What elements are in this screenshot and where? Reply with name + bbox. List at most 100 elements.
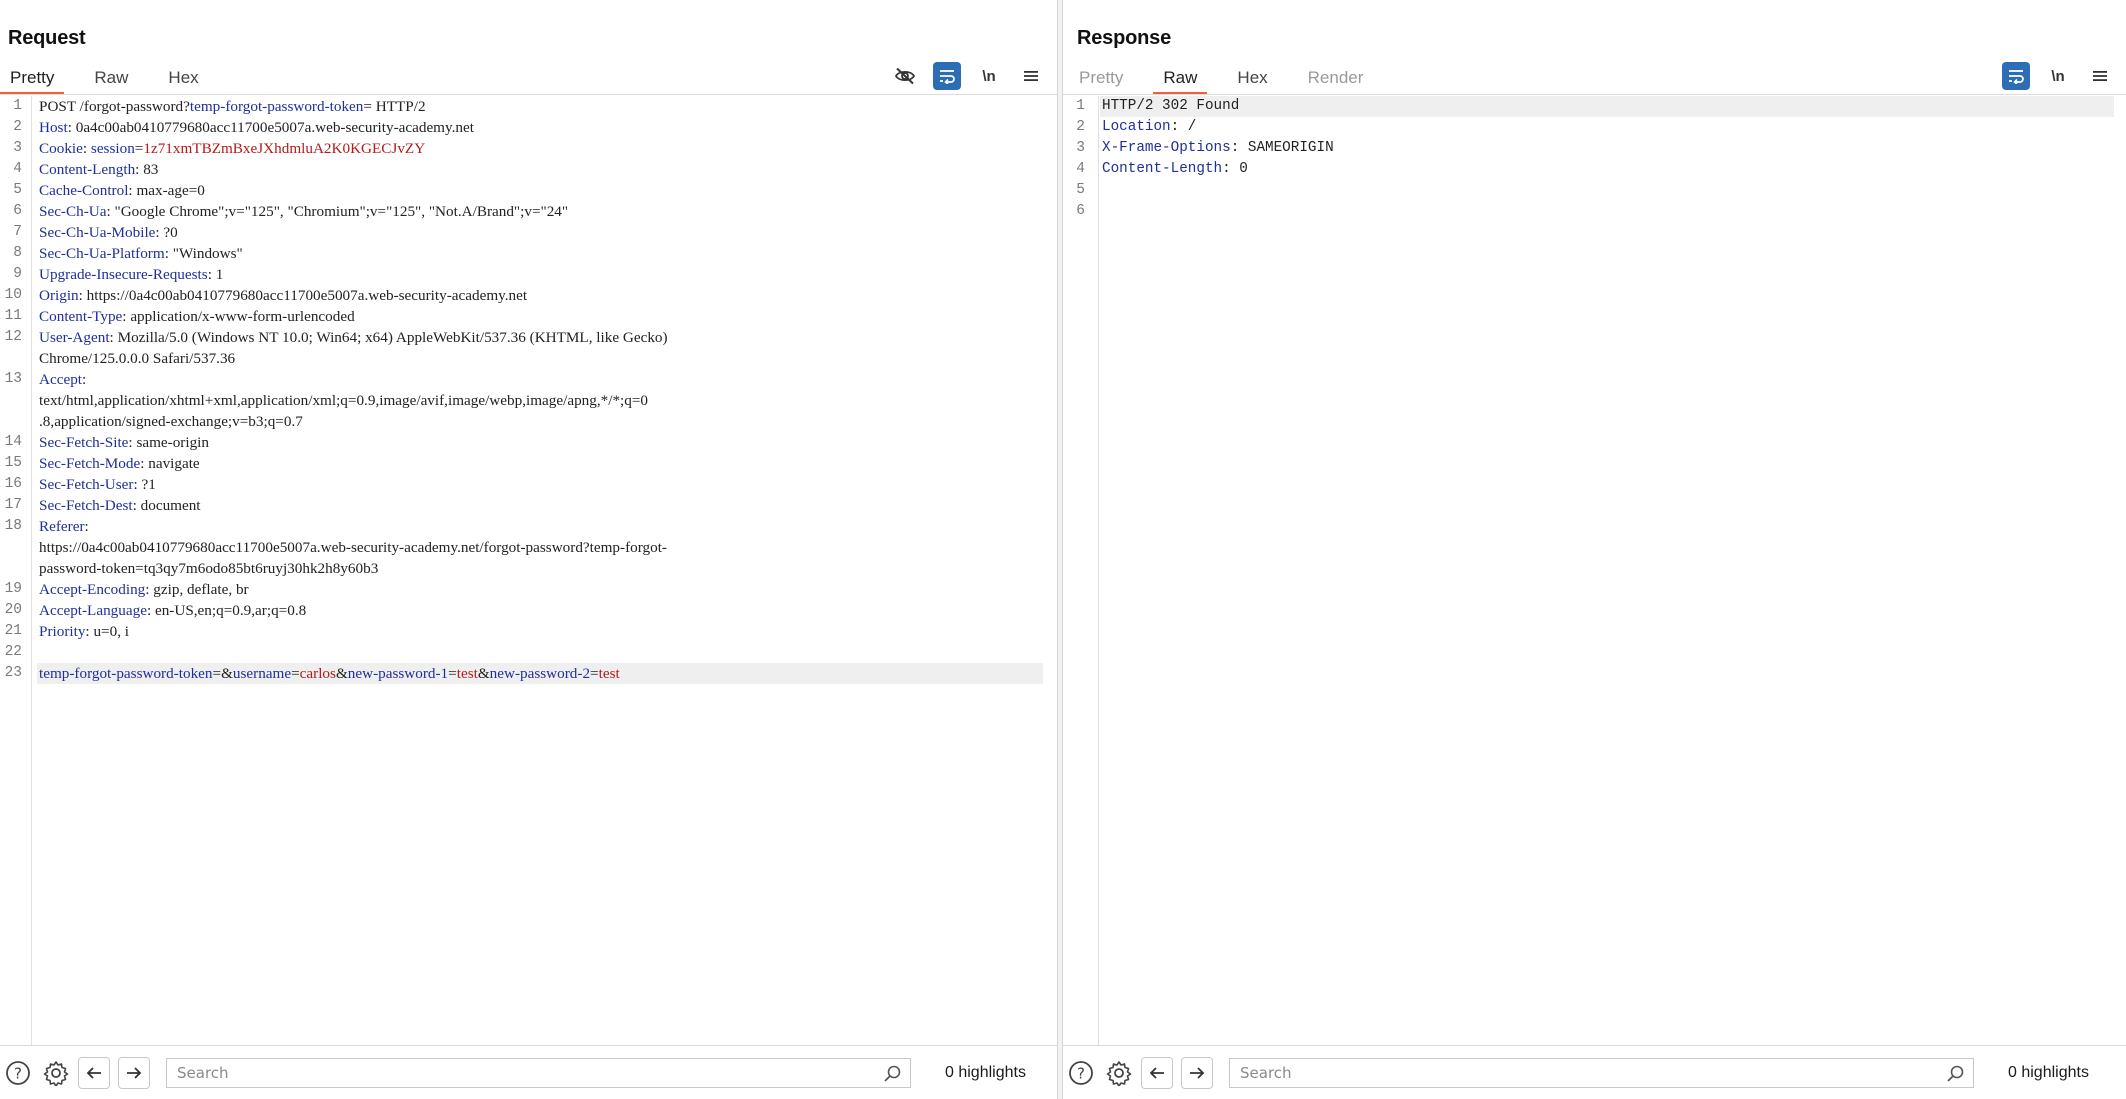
header-name: Upgrade-Insecure-Requests	[39, 266, 208, 283]
arrow-left-icon	[86, 1066, 101, 1079]
svg-text:?: ?	[1077, 1064, 1085, 1082]
request-tab-pretty[interactable]: Pretty	[0, 64, 65, 95]
response-tab-raw[interactable]: Raw	[1153, 64, 1208, 95]
code-line[interactable]: 8 Sec-Ch-Ua-Platform: "Windows"	[13, 243, 1043, 264]
word-wrap-toggle[interactable]	[2002, 62, 2030, 90]
code-text: : https://0a4c00ab0410779680acc11700e500…	[78, 287, 528, 304]
line-number: 2	[1076, 119, 1085, 135]
request-tab-hex[interactable]: Hex	[158, 64, 208, 94]
response-search-input[interactable]	[1230, 1058, 1973, 1087]
next-match-button[interactable]	[1181, 1056, 1213, 1089]
line-text: Upgrade-Insecure-Requests: 1	[37, 264, 1043, 285]
show-newlines-button[interactable]: \n	[2044, 62, 2072, 90]
code-line[interactable]: 20 Accept-Language: en-US,en;q=0.9,ar;q=0…	[5, 600, 1043, 621]
code-text: : ?1	[133, 476, 156, 493]
response-code[interactable]: 1 HTTP/2 302 Found 2 Location: / 3 X-Frame-Op…	[1076, 96, 2114, 1045]
line-number: 23	[4, 665, 22, 681]
code-text: : gzip, deflate, br	[145, 581, 249, 598]
code-line[interactable]: 6​	[1076, 201, 2114, 222]
code-line[interactable]: 3 X-Frame-Options: SAMEORIGIN	[1076, 138, 2114, 159]
previous-match-button[interactable]	[78, 1056, 110, 1089]
line-text: Host: 0a4c00ab0410779680acc11700e5007a.w…	[37, 117, 1043, 138]
next-match-button[interactable]	[118, 1056, 150, 1089]
help-button[interactable]: ?	[2, 1057, 34, 1089]
line-text: Cookie: session=1z71xmTBZmBxeJXhdmluA2K0…	[37, 138, 1043, 159]
response-tab-hex[interactable]: Hex	[1227, 64, 1277, 94]
header-name: Content-Length	[1102, 161, 1223, 177]
code-line[interactable]: 12 User-Agent: Mozilla/5.0 (Windows NT 10…	[5, 327, 1043, 369]
code-line[interactable]: 2 Host: 0a4c00ab0410779680acc11700e5007a.…	[13, 117, 1043, 138]
code-line[interactable]: 15 Sec-Fetch-Mode: navigate	[5, 453, 1043, 474]
header-name: X-Frame-Options	[1102, 140, 1231, 156]
line-number: 9	[13, 266, 22, 282]
help-button[interactable]: ?	[1065, 1057, 1097, 1089]
settings-button[interactable]	[40, 1057, 72, 1089]
code-line[interactable]: 2 Location: /	[1076, 117, 2114, 138]
line-text: Referer: https://0a4c00ab0410779680acc11…	[37, 516, 1043, 579]
code-line[interactable]: 17 Sec-Fetch-Dest: document	[5, 495, 1043, 516]
line-number: 21	[4, 623, 22, 639]
code-line[interactable]: 7 Sec-Ch-Ua-Mobile: ?0	[13, 222, 1043, 243]
search-icon	[884, 1065, 901, 1082]
line-number: 4	[1076, 161, 1085, 177]
response-tab-render[interactable]: Render	[1298, 64, 1374, 94]
code-line[interactable]: 5​	[1076, 180, 2114, 201]
line-text: ​	[1100, 201, 2114, 222]
code-line[interactable]: 19 Accept-Encoding: gzip, deflate, br	[5, 579, 1043, 600]
param-value: 1z71xmTBZmBxeJXhdmluA2K0KGECJvZY	[143, 140, 426, 157]
code-line[interactable]: 16 Sec-Fetch-User: ?1	[5, 474, 1043, 495]
header-name: Sec-Fetch-Site	[39, 434, 129, 451]
code-line[interactable]: 11 Content-Type: application/x-www-form-u…	[5, 306, 1043, 327]
code-line[interactable]: 4 Content-Length: 83	[13, 159, 1043, 180]
request-tab-raw[interactable]: Raw	[84, 64, 138, 94]
code-text: : ?0	[155, 224, 178, 241]
line-text: Content-Length: 83	[37, 159, 1043, 180]
code-line[interactable]: 23 temp-forgot-password-token=&username=c…	[5, 663, 1043, 684]
request-menu-button[interactable]	[1017, 62, 1045, 90]
request-code[interactable]: 1 POST /forgot-password?temp-forgot-passw…	[5, 96, 1043, 1045]
show-newlines-button[interactable]: \n	[975, 62, 1003, 90]
hide-nonprintable-button[interactable]	[891, 62, 919, 90]
line-number: 12	[4, 329, 22, 345]
line-number: 5	[1076, 182, 1085, 198]
word-wrap-toggle[interactable]	[933, 62, 961, 90]
code-line[interactable]: 6 Sec-Ch-Ua: "Google Chrome";v="125", "Ch…	[13, 201, 1043, 222]
line-number: 11	[4, 308, 22, 324]
code-line[interactable]: 3 Cookie: session=1z71xmTBZmBxeJXhdmluA2K…	[13, 138, 1043, 159]
response-editor[interactable]: 1 HTTP/2 302 Found 2 Location: / 3 X-Frame-Op…	[1063, 96, 2126, 1045]
code-line[interactable]: 10 Origin: https://0a4c00ab0410779680acc1…	[5, 285, 1043, 306]
line-text: HTTP/2 302 Found	[1100, 96, 2114, 117]
code-text: : SAMEORIGIN	[1230, 140, 1334, 156]
code-line[interactable]: 22 ​	[5, 642, 1043, 663]
hamburger-menu-icon	[1024, 71, 1038, 81]
line-number: 10	[4, 287, 22, 303]
response-tabs: Pretty Raw Hex Render	[1069, 64, 1393, 95]
code-text: : text/html,application/xhtml+xml,applic…	[39, 371, 649, 430]
response-menu-button[interactable]	[2086, 62, 2114, 90]
code-line[interactable]: 9 Upgrade-Insecure-Requests: 1	[13, 264, 1043, 285]
header-name: Sec-Fetch-User	[39, 476, 134, 493]
code-line[interactable]: 4 Content-Length: 0	[1076, 159, 2114, 180]
code-line[interactable]: 21 Priority: u=0, i	[5, 621, 1043, 642]
code-text: =	[448, 665, 457, 682]
param-value: test	[456, 665, 478, 682]
previous-match-button[interactable]	[1141, 1056, 1173, 1089]
request-search-input[interactable]	[167, 1058, 910, 1087]
line-number: 14	[4, 434, 22, 450]
code-text: HTTP/2 302 Found	[1102, 98, 1240, 114]
settings-button[interactable]	[1103, 1057, 1135, 1089]
gear-icon	[43, 1060, 69, 1086]
code-line[interactable]: 14 Sec-Fetch-Site: same-origin	[5, 432, 1043, 453]
code-line[interactable]: 1 HTTP/2 302 Found	[1076, 96, 2114, 117]
code-line[interactable]: 1 POST /forgot-password?temp-forgot-passw…	[13, 96, 1043, 117]
header-name: Referer	[39, 518, 85, 535]
header-name: Priority	[39, 623, 86, 640]
gear-icon	[1106, 1060, 1132, 1086]
request-editor[interactable]: 1 POST /forgot-password?temp-forgot-passw…	[0, 96, 1057, 1045]
code-line[interactable]: 18 Referer: https://0a4c00ab0410779680acc…	[5, 516, 1043, 579]
param-value: carlos	[299, 665, 336, 682]
line-text: Sec-Fetch-Mode: navigate	[37, 453, 1043, 474]
code-line[interactable]: 13 Accept: text/html,application/xhtml+xm…	[5, 369, 1043, 432]
response-tab-pretty[interactable]: Pretty	[1069, 64, 1133, 94]
code-line[interactable]: 5 Cache-Control: max-age=0	[13, 180, 1043, 201]
